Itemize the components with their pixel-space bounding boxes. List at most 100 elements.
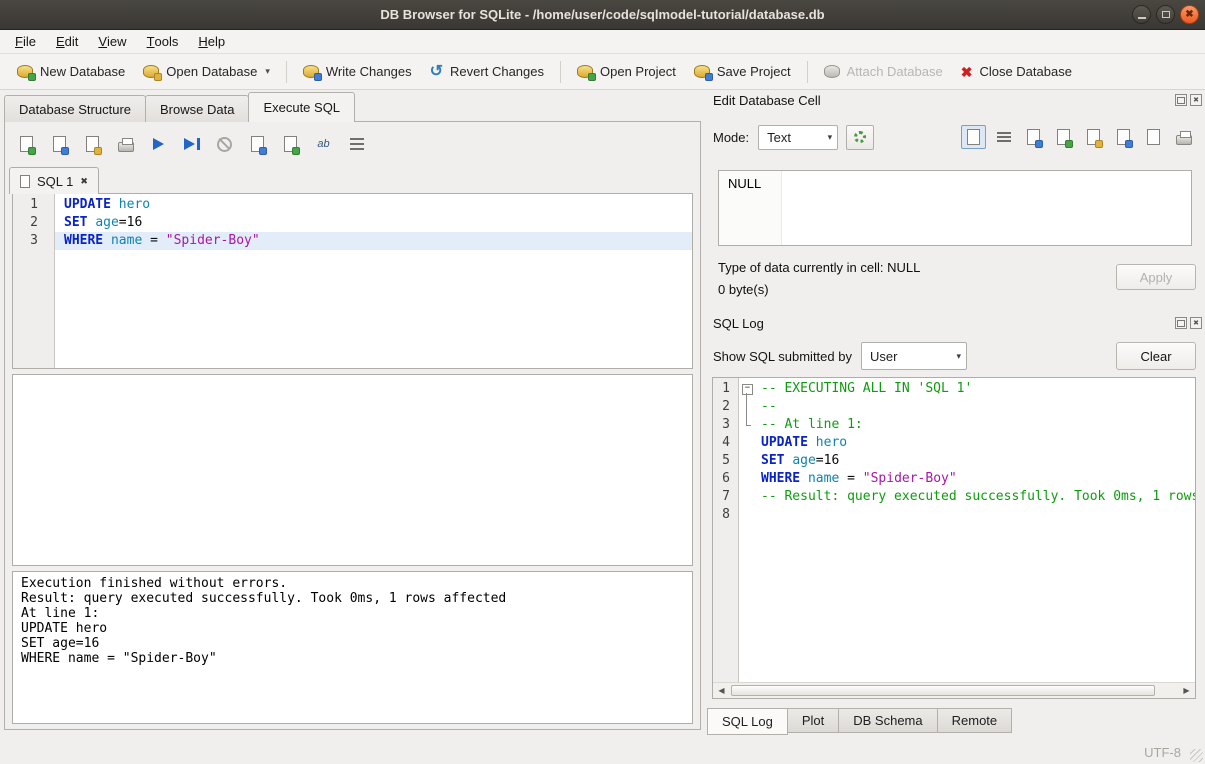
- mode-value: Text: [767, 130, 791, 145]
- menu-file[interactable]: File: [5, 30, 46, 53]
- tab-database-structure[interactable]: Database Structure: [4, 95, 146, 122]
- tab-db-schema[interactable]: DB Schema: [838, 708, 937, 733]
- save-project-label: Save Project: [717, 64, 791, 79]
- scroll-right-icon[interactable]: ▶: [1178, 683, 1195, 698]
- close-database-label: Close Database: [979, 64, 1072, 79]
- encoding-indicator[interactable]: UTF-8: [1144, 745, 1181, 760]
- sql-doc-tab-bar: SQL 1 ✖: [9, 167, 99, 194]
- gear-icon: [854, 131, 866, 143]
- import-cell-icon: [1027, 129, 1040, 145]
- sql-log-header-icons: ✖: [1175, 317, 1202, 329]
- combo-arrow-icon: ▾: [956, 351, 961, 362]
- save-sql-file-button[interactable]: [46, 131, 73, 157]
- find-replace-icon: ab: [317, 138, 329, 150]
- save-sql-file-icon: [53, 136, 66, 152]
- export-sql-button[interactable]: [244, 131, 271, 157]
- print-button[interactable]: [112, 131, 139, 157]
- attach-database-icon: [824, 65, 840, 78]
- scroll-left-icon[interactable]: ◀: [713, 683, 730, 698]
- close-panel-icon[interactable]: ✖: [1190, 317, 1202, 329]
- write-changes-icon: [303, 65, 319, 78]
- sql-doc-tab[interactable]: SQL 1 ✖: [9, 167, 99, 194]
- set-null-button[interactable]: [1141, 125, 1166, 149]
- cell-size-info: 0 byte(s): [718, 282, 769, 297]
- stop-icon: [217, 137, 232, 152]
- copy-cell-button[interactable]: [1111, 125, 1136, 149]
- edit-cell-header-icons: ✖: [1175, 94, 1202, 106]
- menu-tools[interactable]: Tools: [137, 30, 189, 53]
- tab-sql-log[interactable]: SQL Log: [707, 708, 788, 735]
- write-changes-button[interactable]: Write Changes: [294, 59, 421, 84]
- combo-arrow-icon: ▾: [828, 132, 833, 143]
- execute-all-button[interactable]: [145, 131, 172, 157]
- minimize-button[interactable]: [1132, 5, 1151, 24]
- word-wrap-button[interactable]: [991, 125, 1016, 149]
- toolbar-separator: [807, 61, 808, 83]
- open-database-icon: [143, 65, 159, 78]
- cell-value-editor[interactable]: NULL: [718, 170, 1192, 246]
- copy-cell-icon: [1117, 129, 1130, 145]
- close-window-button[interactable]: ✖: [1180, 5, 1199, 24]
- edit-cell-title: Edit Database Cell: [713, 93, 821, 108]
- save-cell-icon: [1087, 129, 1100, 145]
- find-replace-button[interactable]: ab: [310, 131, 337, 157]
- titlebar: DB Browser for SQLite - /home/user/code/…: [0, 0, 1205, 30]
- menu-edit[interactable]: Edit: [46, 30, 88, 53]
- execution-message-box[interactable]: Execution finished without errors. Resul…: [12, 571, 693, 724]
- open-database-button[interactable]: Open Database ▾: [134, 59, 279, 84]
- cell-value: NULL: [728, 176, 761, 191]
- print-icon: [118, 142, 134, 152]
- import-sql-icon: [284, 136, 297, 152]
- save-sql-as-button[interactable]: [79, 131, 106, 157]
- mode-select[interactable]: Text ▾: [758, 125, 838, 150]
- auto-format-button[interactable]: [343, 131, 370, 157]
- log-horizontal-scrollbar[interactable]: ◀ ▶: [713, 682, 1195, 698]
- execute-current-line-button[interactable]: [178, 131, 205, 157]
- resize-grip[interactable]: [1190, 749, 1203, 762]
- float-panel-icon[interactable]: [1175, 317, 1187, 329]
- open-project-button[interactable]: Open Project: [568, 59, 685, 84]
- tab-browse-data[interactable]: Browse Data: [145, 95, 249, 122]
- save-project-button[interactable]: Save Project: [685, 59, 800, 84]
- menu-help[interactable]: Help: [188, 30, 235, 53]
- clear-log-button[interactable]: Clear: [1116, 342, 1196, 370]
- results-grid[interactable]: [12, 374, 693, 566]
- revert-changes-button[interactable]: ↺ Revert Changes: [421, 59, 553, 84]
- cell-settings-button[interactable]: [846, 125, 874, 150]
- close-database-button[interactable]: ✖ Close Database: [952, 59, 1081, 84]
- print-cell-button[interactable]: [1171, 125, 1196, 149]
- open-sql-file-button[interactable]: [13, 131, 40, 157]
- maximize-button[interactable]: [1156, 5, 1175, 24]
- close-sql-tab-icon[interactable]: ✖: [80, 177, 88, 186]
- menu-view[interactable]: View: [88, 30, 136, 53]
- stop-execution-button[interactable]: [211, 131, 238, 157]
- import-sql-button[interactable]: [277, 131, 304, 157]
- main-tab-bar: Database Structure Browse Data Execute S…: [4, 92, 354, 122]
- sql-log-view[interactable]: 1-- EXECUTING ALL IN 'SQL 1'2--3-- At li…: [712, 377, 1196, 699]
- attach-database-button[interactable]: Attach Database: [815, 59, 952, 84]
- execute-current-line-icon: [184, 138, 200, 150]
- sql-editor[interactable]: 1UPDATE hero2SET age=163WHERE name = "Sp…: [12, 193, 693, 369]
- sql-editor-code[interactable]: 1UPDATE hero2SET age=163WHERE name = "Sp…: [13, 194, 692, 368]
- save-cell-button[interactable]: [1081, 125, 1106, 149]
- tab-remote[interactable]: Remote: [937, 708, 1013, 733]
- sql-editor-toolbar: ab: [13, 129, 370, 159]
- app-window: DB Browser for SQLite - /home/user/code/…: [0, 0, 1205, 764]
- import-cell-button[interactable]: [1021, 125, 1046, 149]
- sql-log-title: SQL Log: [713, 316, 764, 331]
- close-panel-icon[interactable]: ✖: [1190, 94, 1202, 106]
- auto-format-icon: [350, 138, 364, 150]
- float-panel-icon[interactable]: [1175, 94, 1187, 106]
- new-database-button[interactable]: New Database: [8, 59, 134, 84]
- mode-label: Mode:: [713, 130, 749, 145]
- open-database-dropdown-icon[interactable]: ▾: [265, 66, 270, 77]
- tab-plot[interactable]: Plot: [787, 708, 839, 733]
- submitted-by-select[interactable]: User ▾: [861, 342, 967, 370]
- sql-doc-tab-label: SQL 1: [37, 174, 73, 189]
- apply-button[interactable]: Apply: [1116, 264, 1196, 290]
- cell-type-info: Type of data currently in cell: NULL: [718, 260, 920, 275]
- scrollbar-thumb[interactable]: [731, 685, 1155, 696]
- tab-execute-sql[interactable]: Execute SQL: [248, 92, 355, 122]
- export-cell-button[interactable]: [1051, 125, 1076, 149]
- text-mode-button[interactable]: [961, 125, 986, 149]
